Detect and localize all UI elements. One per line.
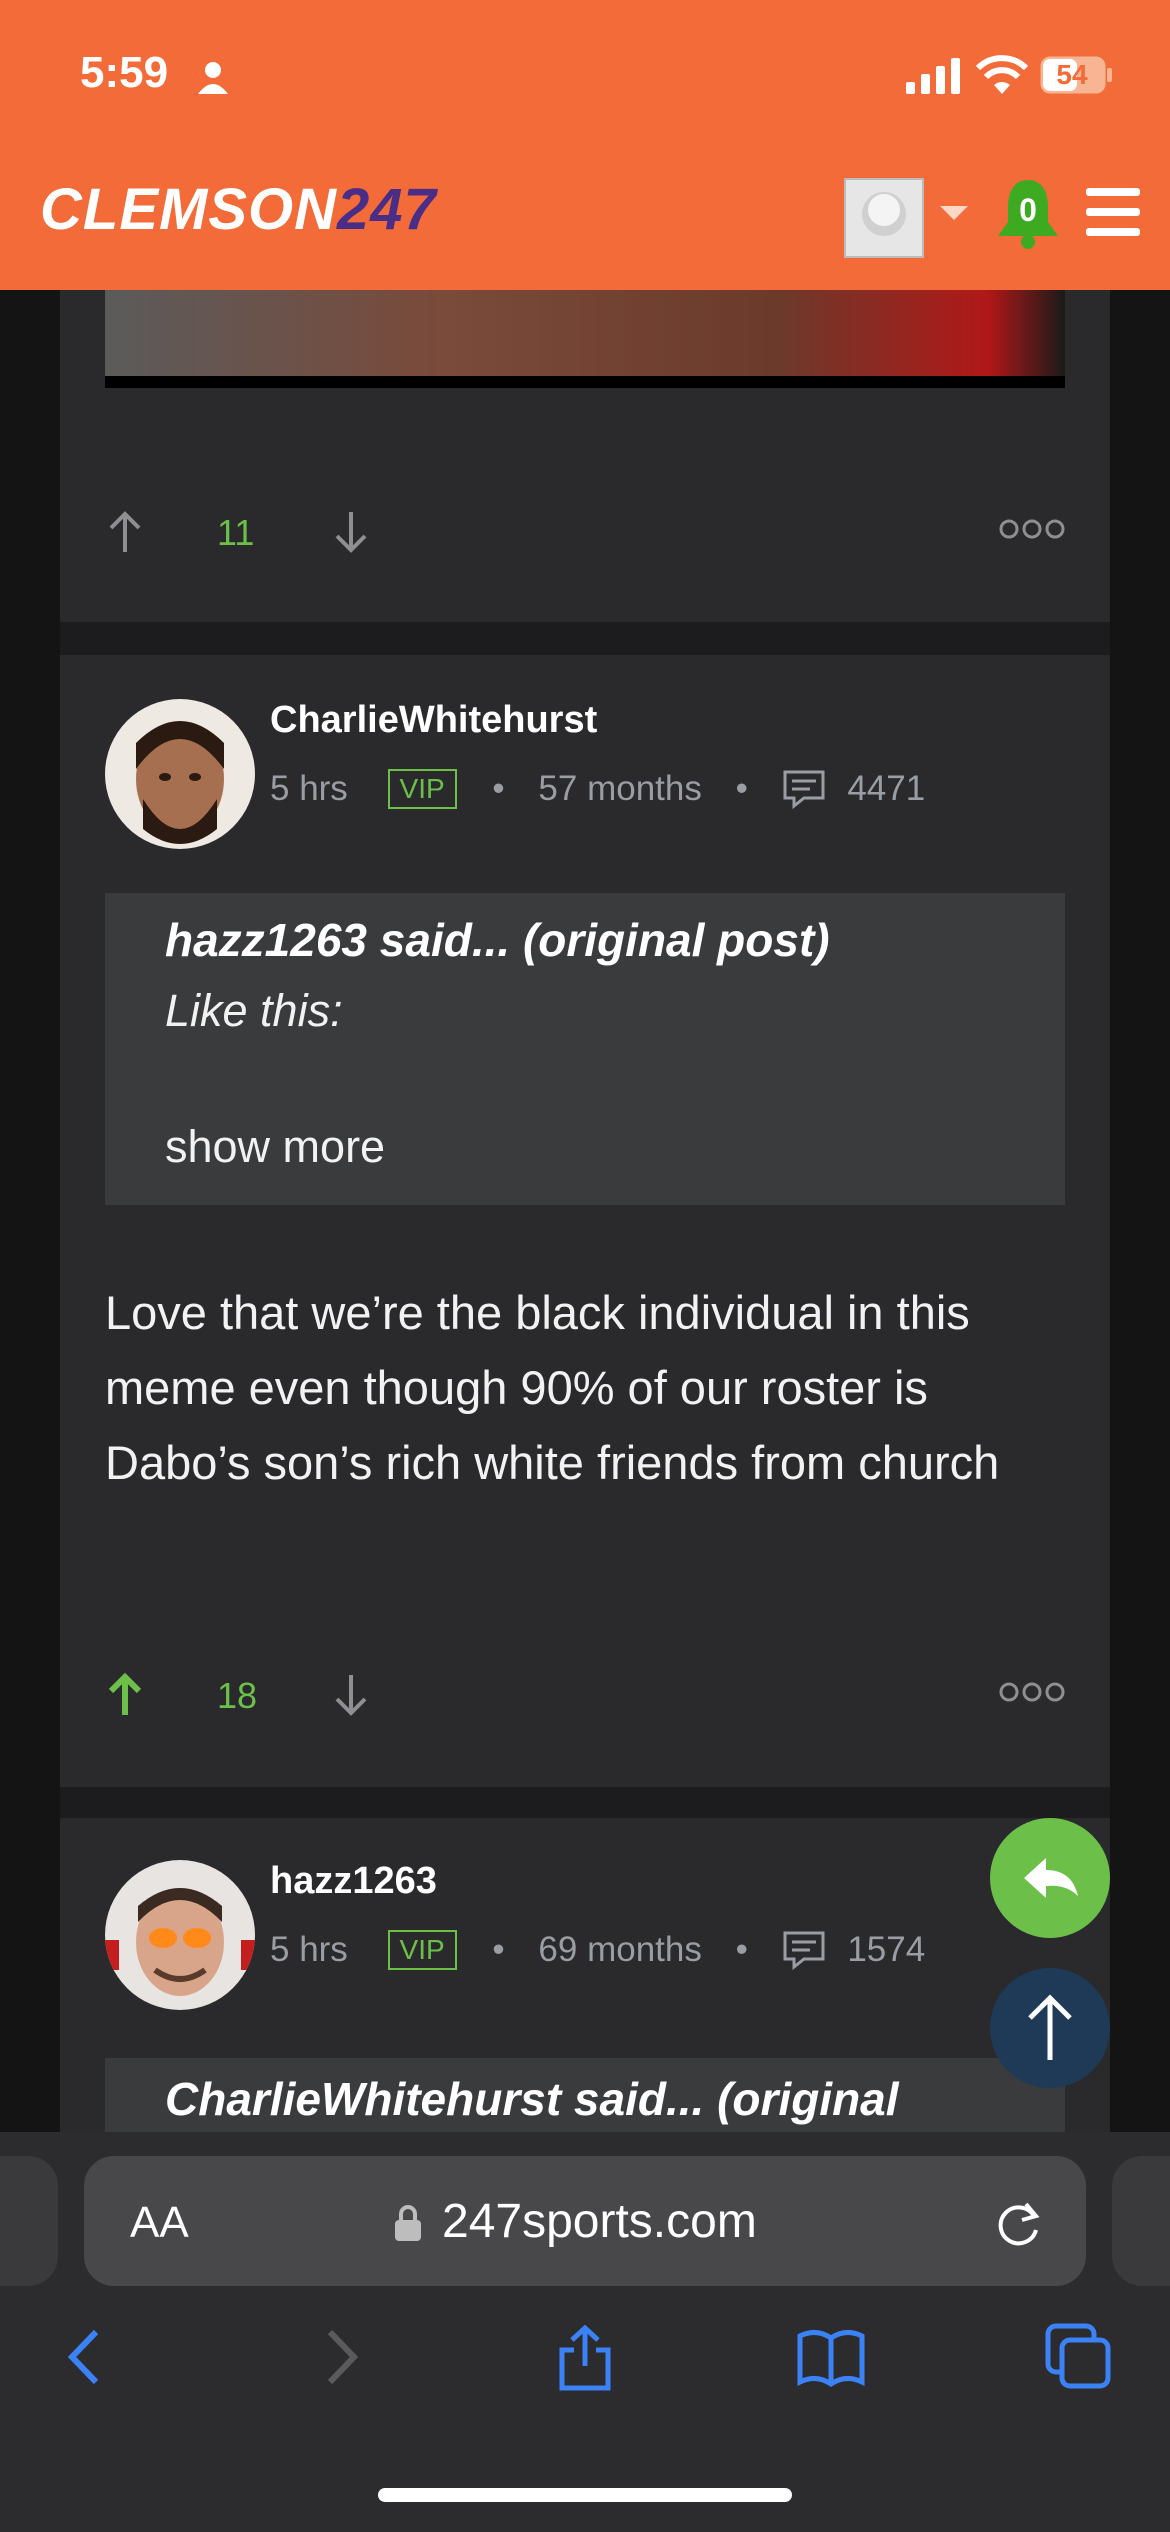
post-meta: 5 hrs VIP • 57 months • 4471 [270, 767, 925, 809]
share-icon[interactable] [550, 2322, 620, 2392]
quoted-post: hazz1263 said... (original post) Like th… [105, 893, 1065, 1205]
default-avatar-icon [846, 180, 922, 256]
vote-bar: 11 [105, 502, 1065, 562]
quote-text: Like this: [165, 985, 343, 1036]
post-card: hazz1263 5 hrs VIP • 69 months • 1574 Ch… [60, 1818, 1110, 2138]
url-text[interactable]: 247sports.com [442, 2194, 757, 2249]
reply-button[interactable] [990, 1818, 1110, 1938]
quote-author[interactable]: hazz1263 said... (original post) [165, 913, 830, 967]
avatar[interactable] [105, 1860, 255, 2010]
avatar-image [105, 699, 255, 849]
post-body: Love that we’re the black individual in … [105, 1286, 1000, 1489]
person-icon [198, 62, 228, 94]
post-username[interactable]: hazz1263 [270, 1860, 437, 1903]
tabs-icon[interactable] [1044, 2322, 1114, 2392]
address-bar[interactable]: AA 247sports.com [84, 2156, 1086, 2286]
separator-dot: • [492, 1929, 505, 1969]
back-icon[interactable] [52, 2322, 122, 2392]
text-size-button[interactable]: AA [130, 2198, 189, 2248]
post-count: 1574 [847, 1929, 926, 1969]
reply-arrow-icon [1024, 1858, 1078, 1898]
avatar-image [105, 1860, 255, 2010]
member-tenure: 69 months [538, 1929, 702, 1969]
upvote-count: 18 [217, 1675, 258, 1716]
post-username[interactable]: CharlieWhitehurst [270, 699, 597, 742]
vip-badge: VIP [387, 1929, 457, 1970]
forward-icon[interactable] [304, 2322, 374, 2392]
reload-icon[interactable] [992, 2196, 1046, 2250]
post-meta: 5 hrs VIP • 69 months • 1574 [270, 1928, 925, 1970]
hamburger-menu-icon[interactable] [1086, 188, 1140, 236]
status-time: 5:59 [80, 48, 169, 97]
separator-dot: • [492, 768, 505, 808]
post-image [105, 290, 1065, 382]
post-count: 4471 [847, 768, 926, 808]
site-logo[interactable]: CLEMSON247 [40, 176, 437, 243]
vip-badge: VIP [387, 768, 457, 809]
show-more-link[interactable]: show more [165, 1121, 385, 1173]
message-count-icon [783, 770, 825, 809]
upvote-arrow-icon[interactable] [105, 502, 145, 562]
notification-count: 0 [1019, 192, 1037, 228]
logo-number: 247 [337, 177, 437, 242]
member-tenure: 57 months [538, 768, 702, 808]
bookmarks-icon[interactable] [796, 2322, 866, 2392]
separator-dot: • [735, 1929, 748, 1969]
next-tab-preview[interactable] [1112, 2156, 1170, 2286]
post-image-border [105, 376, 1065, 388]
cellular-signal-icon [906, 58, 960, 94]
app-header: 5:59 54 CLEMSON247 0 [0, 0, 1170, 290]
arrow-up-icon [1028, 1994, 1072, 2060]
upvote-count: 11 [217, 512, 255, 553]
avatar[interactable] [105, 699, 255, 849]
user-avatar-button[interactable] [844, 178, 924, 258]
lock-icon [395, 2205, 421, 2241]
scroll-to-top-button[interactable] [990, 1968, 1110, 2088]
logo-text: CLEMSON [40, 177, 337, 242]
post-card: CharlieWhitehurst 5 hrs VIP • 57 months … [60, 655, 1110, 1787]
quote-author[interactable]: CharlieWhitehurst said... (original [165, 2072, 899, 2126]
battery-level: 54 [1056, 59, 1088, 90]
vote-bar: 18 [105, 1665, 1065, 1725]
message-count-icon [783, 1931, 825, 1970]
post-card: 11 [60, 290, 1110, 622]
more-options-icon[interactable] [999, 516, 1065, 542]
quoted-post: CharlieWhitehurst said... (original [105, 2058, 1065, 2138]
post-time: 5 hrs [270, 1929, 348, 1969]
browser-toolbar: AA 247sports.com [0, 2132, 1170, 2532]
more-options-icon[interactable] [999, 1679, 1065, 1705]
wifi-icon [976, 55, 1028, 94]
downvote-arrow-icon[interactable] [331, 1665, 371, 1725]
home-indicator [378, 2488, 792, 2502]
downvote-arrow-icon[interactable] [331, 502, 371, 562]
upvote-arrow-icon[interactable] [105, 1665, 145, 1725]
previous-tab-preview[interactable] [0, 2156, 58, 2286]
separator-dot: • [735, 768, 748, 808]
post-time: 5 hrs [270, 768, 348, 808]
chevron-down-icon[interactable] [940, 206, 968, 220]
